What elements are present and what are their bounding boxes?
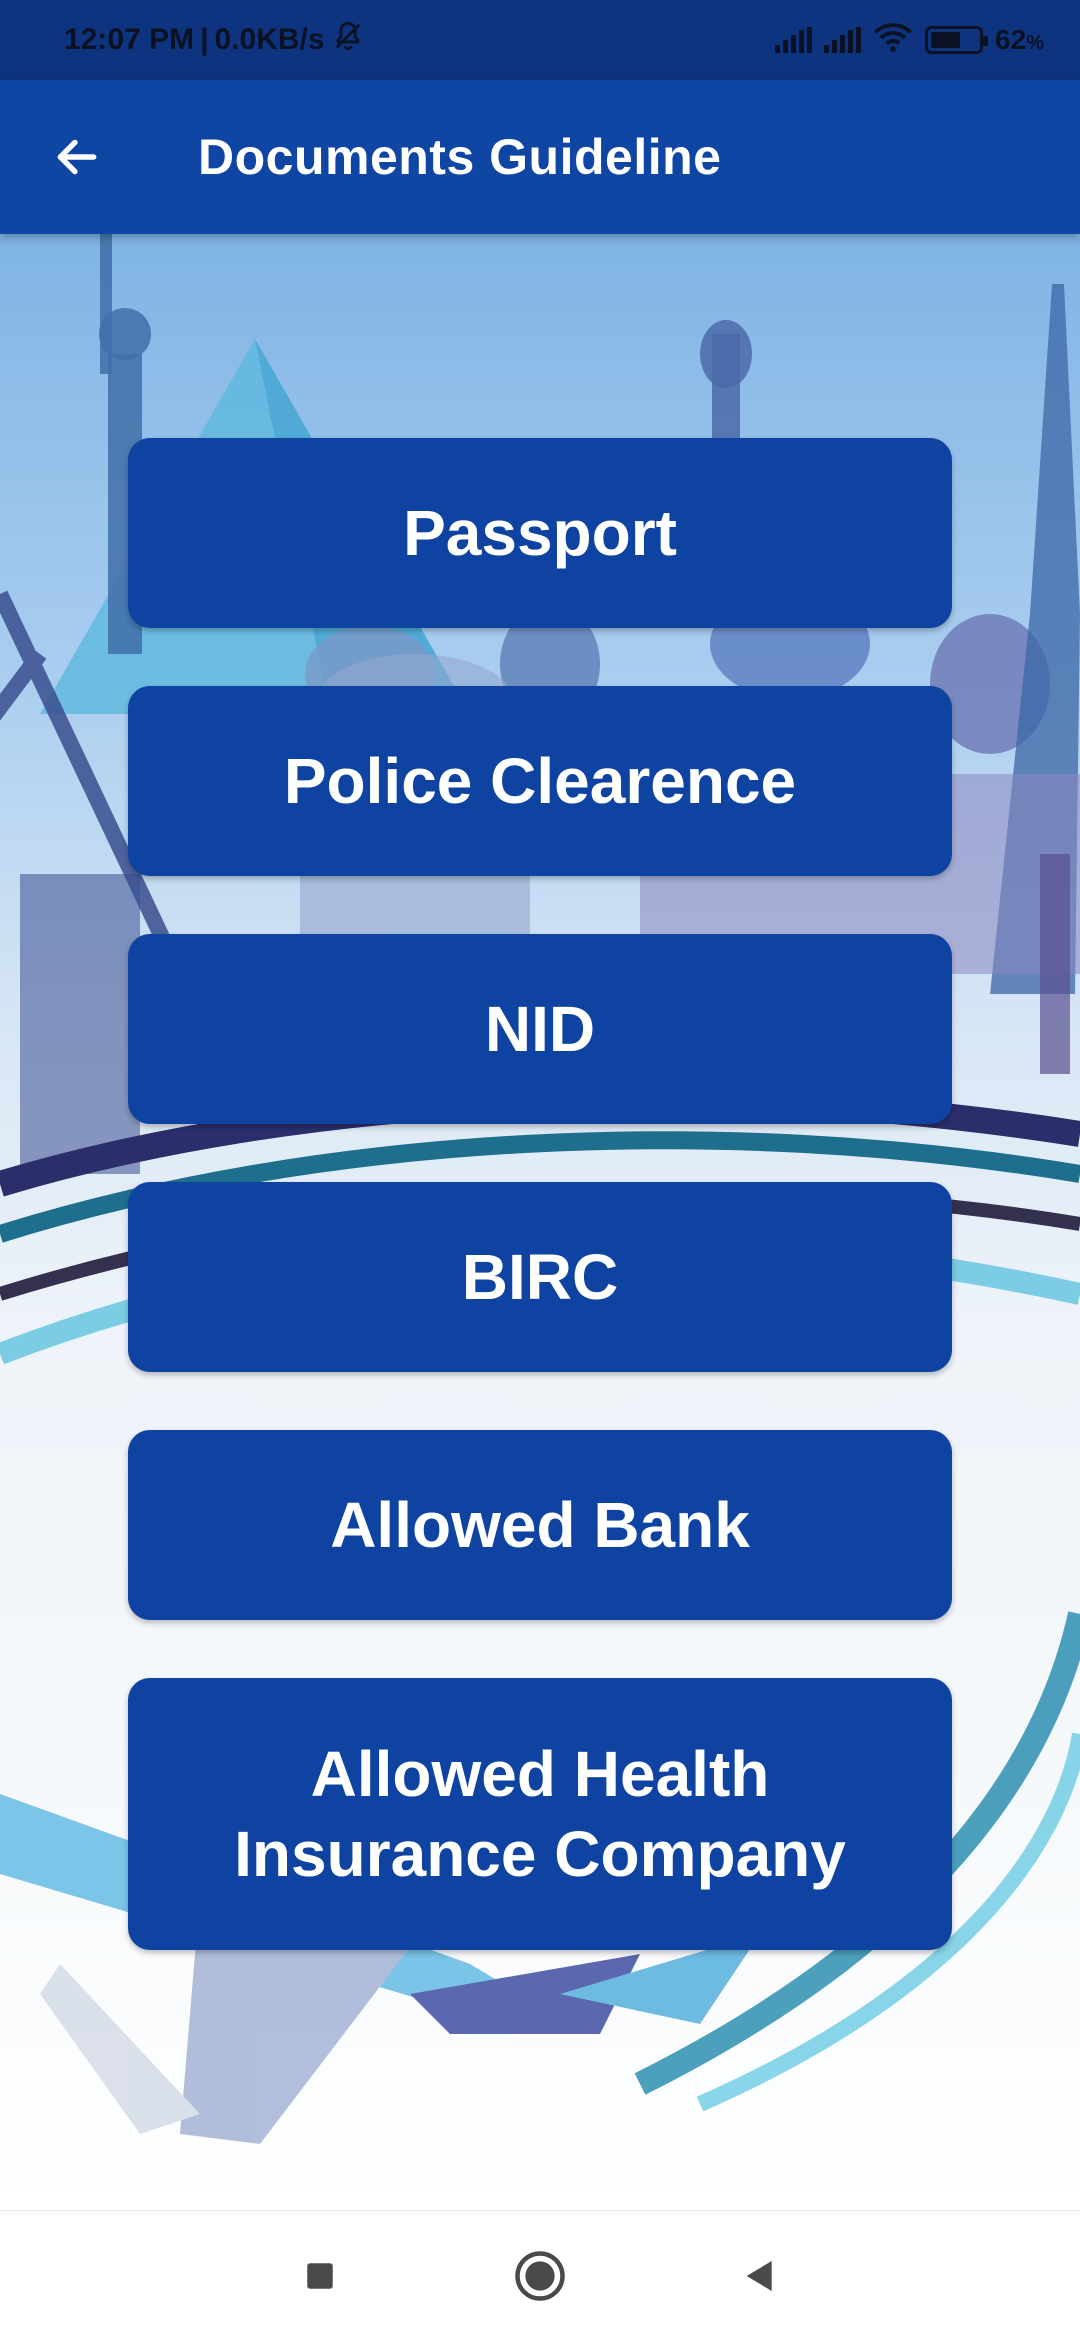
back-arrow-icon	[57, 139, 97, 175]
battery-percent: 62%	[995, 24, 1044, 56]
status-separator: |	[200, 23, 209, 56]
page-title: Documents Guideline	[198, 129, 722, 185]
status-left: 12:07 PM | 0.0KB/s	[64, 19, 365, 61]
police-clearence-button[interactable]: Police Clearence	[128, 686, 952, 876]
wifi-icon	[873, 21, 913, 60]
battery-value: 62	[995, 24, 1027, 55]
birc-button[interactable]: BIRC	[128, 1182, 952, 1372]
document-button-list: Passport Police Clearence NID BIRC Allow…	[128, 438, 952, 2008]
signal-icon	[775, 27, 813, 53]
status-bar: 12:07 PM | 0.0KB/s 62%	[0, 0, 1080, 80]
battery-icon	[925, 26, 989, 54]
status-time: 12:07 PM	[64, 23, 195, 56]
allowed-bank-button[interactable]: Allowed Bank	[128, 1430, 952, 1620]
system-nav-bar	[0, 2210, 1080, 2340]
signal-icon	[824, 27, 862, 53]
recents-square-icon	[307, 2262, 333, 2289]
home-circle-icon	[515, 2250, 565, 2301]
screen: 12:07 PM | 0.0KB/s 62% Documents Guideli…	[0, 0, 1080, 2340]
allowed-health-insurance-company-button[interactable]: Allowed Health Insurance Company	[128, 1678, 952, 1950]
back-triangle-icon	[746, 2260, 772, 2291]
nav-back-button[interactable]	[650, 2226, 870, 2326]
back-button[interactable]	[32, 112, 122, 202]
status-net-speed: 0.0KB/s	[214, 23, 325, 56]
mute-notification-icon	[331, 19, 365, 61]
nid-button[interactable]: NID	[128, 934, 952, 1124]
passport-button[interactable]: Passport	[128, 438, 952, 628]
battery-unit: %	[1026, 32, 1044, 54]
battery-fill	[931, 32, 960, 48]
home-button[interactable]	[430, 2226, 650, 2326]
recents-button[interactable]	[210, 2226, 430, 2326]
content-area: Passport Police Clearence NID BIRC Allow…	[0, 234, 1080, 2210]
status-right: 62%	[775, 21, 1044, 60]
app-bar: Documents Guideline	[0, 80, 1080, 234]
